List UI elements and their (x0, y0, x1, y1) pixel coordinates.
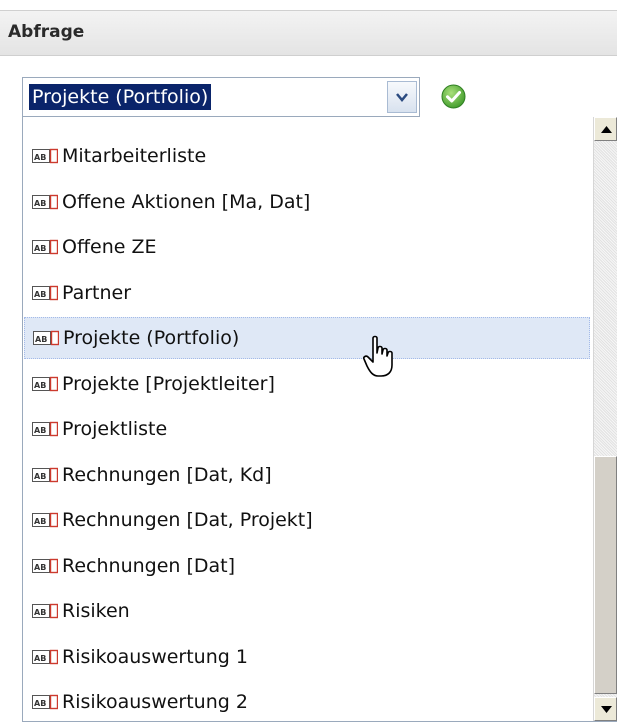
combobox-value[interactable]: Projekte (Portfolio) (29, 84, 212, 110)
text-field-icon: AB (32, 649, 58, 664)
text-field-icon: AB (32, 558, 58, 573)
text-field-icon: AB (33, 330, 59, 346)
svg-text:AB: AB (34, 608, 46, 617)
text-field-icon: AB (32, 467, 58, 482)
svg-text:AB: AB (34, 244, 46, 253)
check-circle-icon[interactable] (441, 84, 466, 109)
text-field-icon: AB (32, 239, 58, 255)
list-item[interactable]: AB Risikoauswertung 1 (24, 636, 590, 678)
list-item-label: Rechnungen [Dat] (62, 554, 236, 577)
list-item-label: Projektliste (62, 418, 168, 440)
list-item[interactable]: AB Risiken (24, 590, 590, 632)
svg-text:AB: AB (34, 654, 46, 663)
panel-header: Abfrage (0, 10, 617, 56)
list-item[interactable]: AB Offene Aktionen [Ma, Dat] (24, 181, 590, 223)
triangle-up-icon (601, 126, 612, 133)
svg-text:AB: AB (34, 472, 46, 481)
scroll-up-button[interactable] (594, 117, 617, 141)
svg-text:AB: AB (34, 199, 46, 208)
list-item-label: Rechnungen [Dat, Kd] (62, 463, 272, 486)
query-combobox[interactable]: Projekte (Portfolio) (22, 77, 420, 117)
svg-text:AB: AB (34, 153, 46, 162)
svg-text:AB: AB (34, 426, 46, 435)
chevron-down-icon (396, 93, 408, 102)
query-panel: Abfrage Projekte (Portfolio) AB Mitarbei… (0, 0, 617, 722)
list-item[interactable]: AB Projektliste (24, 408, 590, 450)
vertical-scrollbar[interactable] (593, 117, 617, 721)
text-field-icon: AB (32, 512, 58, 528)
text-field-icon: AB (32, 376, 58, 391)
scroll-thumb[interactable] (594, 456, 617, 694)
list-item[interactable]: AB Partner (24, 272, 590, 314)
list-item-label: Projekte [Projektleiter] (62, 372, 275, 395)
svg-text:AB: AB (34, 563, 46, 572)
hand-pointer-icon (363, 335, 393, 377)
svg-text:AB: AB (34, 699, 46, 708)
list-item[interactable]: AB Rechnungen [Dat, Projekt] (24, 499, 590, 541)
list-item-label: Risikoauswertung 1 (62, 645, 248, 668)
text-field-icon: AB (32, 285, 58, 300)
list-item-label: Offene Aktionen [Ma, Dat] (62, 190, 311, 213)
dropdown-list: AB Mitarbeiterliste AB Offene Aktionen [Ma,… (22, 117, 617, 722)
svg-text:AB: AB (34, 381, 46, 390)
list-item-label: Risikoauswertung 2 (62, 691, 248, 713)
list-item-label: Rechnungen [Dat, Projekt] (62, 509, 313, 531)
list-item[interactable]: AB Offene ZE (24, 226, 590, 268)
svg-text:AB: AB (35, 335, 47, 344)
scroll-down-button[interactable] (594, 697, 617, 721)
svg-text:AB: AB (34, 290, 46, 299)
svg-text:AB: AB (34, 517, 46, 526)
list-item[interactable]: AB Rechnungen [Dat, Kd] (24, 454, 590, 496)
combobox-trigger-button[interactable] (387, 81, 417, 113)
list-item[interactable]: AB Rechnungen [Dat] (24, 545, 590, 587)
text-field-icon: AB (32, 148, 58, 164)
list-item[interactable]: AB Risikoauswertung 2 (24, 681, 590, 723)
list-item[interactable]: AB Projekte [Projektleiter] (24, 363, 590, 405)
list-item-label: Partner (62, 281, 132, 304)
list-item[interactable]: AB Projekte (Portfolio) (24, 317, 590, 359)
triangle-down-icon (601, 706, 612, 713)
text-field-icon: AB (32, 694, 58, 710)
list-item-label: Offene ZE (62, 236, 157, 258)
list-item-label: Mitarbeiterliste (62, 145, 207, 167)
text-field-icon: AB (32, 194, 58, 209)
list-item-label: Projekte (Portfolio) (63, 327, 240, 349)
list-item-label: Risiken (62, 600, 130, 622)
text-field-icon: AB (32, 421, 58, 437)
list-item[interactable]: AB Mitarbeiterliste (24, 135, 590, 177)
text-field-icon: AB (32, 603, 58, 619)
panel-title: Abfrage (8, 22, 85, 42)
